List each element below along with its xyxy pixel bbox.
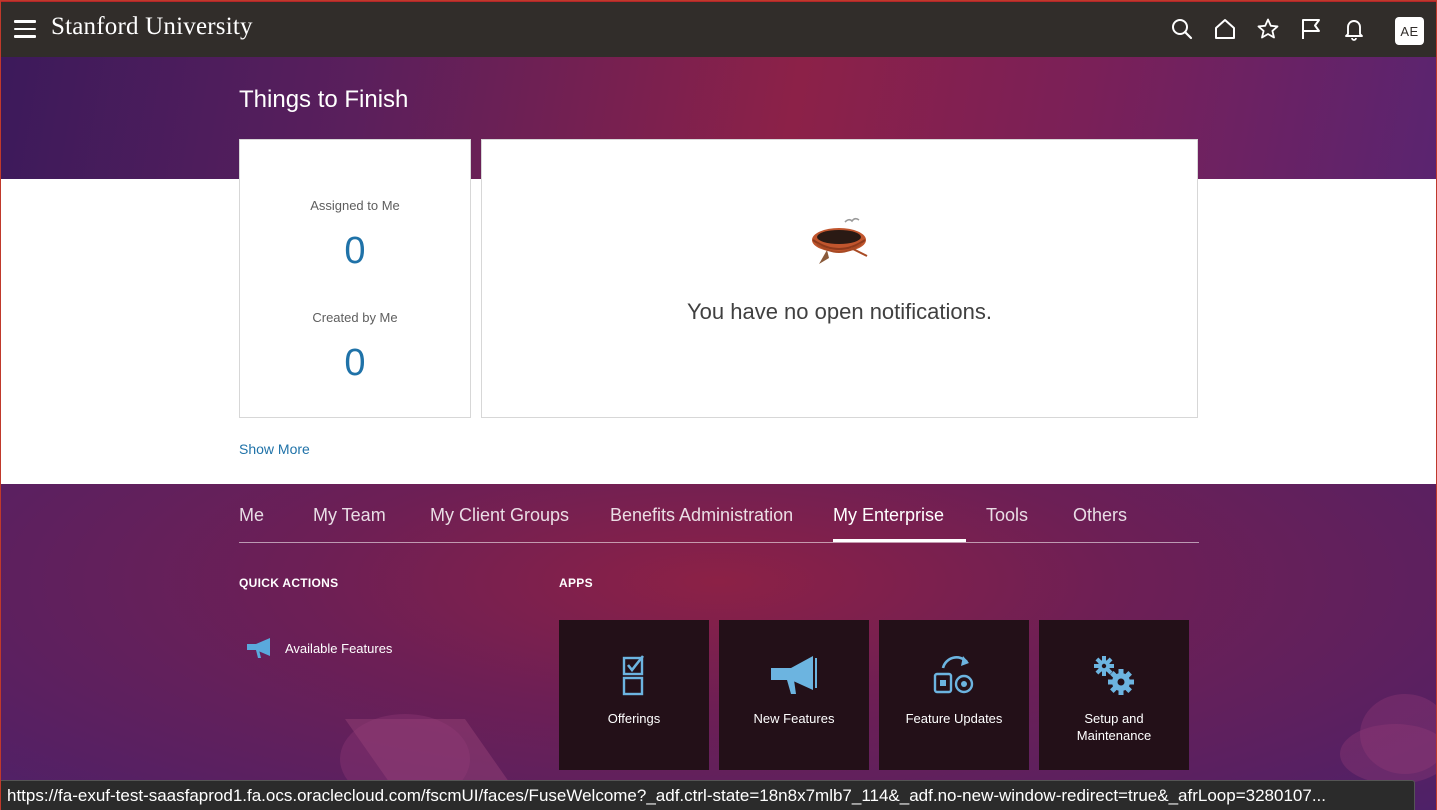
tab-others[interactable]: Others <box>1073 505 1127 543</box>
tab-my-team[interactable]: My Team <box>313 505 386 543</box>
checklist-icon <box>622 655 645 696</box>
status-bar-url: https://fa-exuf-test-saasfaprod1.fa.ocs.… <box>0 780 1415 810</box>
app-tile-feature-updates[interactable]: Feature Updates <box>879 620 1029 770</box>
tab-tools[interactable]: Tools <box>986 505 1028 543</box>
bell-icon[interactable] <box>1342 17 1366 41</box>
global-header: Stanford University AE <box>0 0 1437 57</box>
menu-icon[interactable] <box>14 20 36 38</box>
quick-action-available-features[interactable]: Available Features <box>246 633 392 663</box>
app-tile-new-features[interactable]: New Features <box>719 620 869 770</box>
refresh-settings-icon <box>933 656 974 694</box>
flag-icon[interactable] <box>1299 17 1323 41</box>
notifications-card: You have no open notifications. <box>481 139 1198 418</box>
app-tile-label: New Features <box>753 711 835 726</box>
app-tile-offerings[interactable]: Offerings <box>559 620 709 770</box>
tab-my-enterprise[interactable]: My Enterprise <box>833 505 944 543</box>
no-notifications-message: You have no open notifications. <box>687 299 992 324</box>
tab-me[interactable]: Me <box>239 505 264 543</box>
megaphone-icon <box>247 638 270 658</box>
created-by-me-label: Created by Me <box>312 310 398 325</box>
user-avatar[interactable]: AE <box>1395 17 1424 45</box>
quick-action-label: Available Features <box>285 640 393 656</box>
empty-nest-icon <box>812 217 868 264</box>
apps-heading: APPS <box>559 576 593 590</box>
assigned-to-me-label: Assigned to Me <box>310 198 400 213</box>
search-icon[interactable] <box>1170 17 1194 41</box>
app-tile-label: Setup and Maintenance <box>1076 711 1152 743</box>
brand-name[interactable]: Stanford University <box>51 13 253 41</box>
quick-actions-heading: QUICK ACTIONS <box>239 576 339 590</box>
star-icon[interactable] <box>1256 17 1280 41</box>
tab-benefits-administration[interactable]: Benefits Administration <box>610 505 793 543</box>
app-tile-label: Feature Updates <box>905 711 1003 726</box>
tab-my-client-groups[interactable]: My Client Groups <box>430 505 569 543</box>
created-by-me-count[interactable]: 0 <box>240 342 470 385</box>
app-tile-label: Offerings <box>607 711 661 726</box>
show-more-link[interactable]: Show More <box>239 441 310 457</box>
things-to-finish-title: Things to Finish <box>239 86 409 113</box>
active-tab-indicator <box>833 539 966 542</box>
assigned-to-me-count[interactable]: 0 <box>240 230 470 273</box>
gears-icon <box>1094 656 1134 695</box>
megaphone-icon <box>771 656 817 694</box>
task-counts-card: Assigned to Me 0 Created by Me 0 <box>239 139 471 418</box>
home-icon[interactable] <box>1213 17 1237 41</box>
app-tile-setup-and-maintenance[interactable]: Setup and Maintenance <box>1039 620 1189 770</box>
navigation-tabs: Me My Team My Client Groups Benefits Adm… <box>239 505 1199 543</box>
